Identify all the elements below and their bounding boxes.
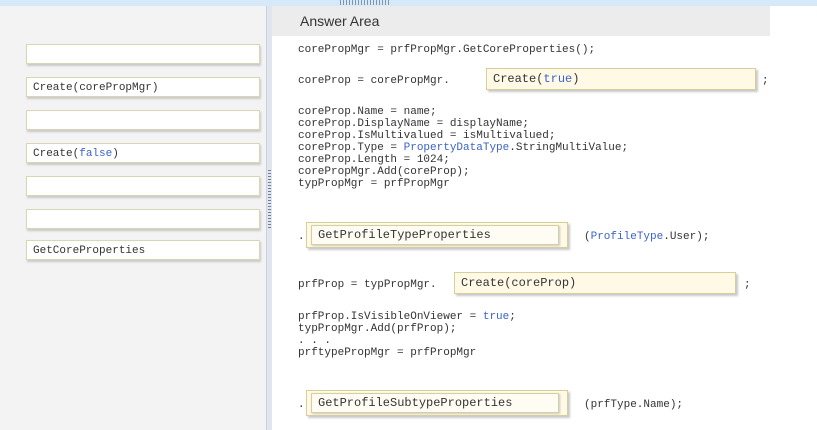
code-line: coreProp.Type = PropertyDataType.StringM… <box>298 142 629 154</box>
source-item-empty[interactable] <box>26 44 260 64</box>
code-punct: ; <box>762 75 769 87</box>
drop-target-getprofilesubtypeproperties[interactable]: GetProfileSubtypeProperties <box>311 393 559 413</box>
source-item-empty[interactable] <box>26 209 260 229</box>
code-punct: ; <box>744 279 751 291</box>
code-line: prfProp.IsVisibleOnViewer = true; <box>298 311 516 323</box>
code-line: (prfType.Name); <box>584 399 684 411</box>
top-resize-grip[interactable] <box>340 0 390 5</box>
source-item-create-corepropmgr[interactable]: Create(corePropMgr) <box>26 77 260 97</box>
source-item-getcoreproperties[interactable]: GetCoreProperties <box>26 240 260 260</box>
source-item-create-false[interactable]: Create(false) <box>26 143 260 163</box>
answer-area-title: Answer Area <box>272 6 770 36</box>
code-line: coreProp = corePropMgr. <box>298 75 450 87</box>
code-line: prftypePropMgr = prfPropMgr <box>298 347 477 359</box>
code-line: coreProp.Length = 1024; <box>298 154 450 166</box>
code-line: corePropMgr = prfPropMgr.GetCoreProperti… <box>298 44 596 56</box>
drop-target-frame[interactable]: GetProfileSubtypeProperties <box>306 390 568 416</box>
keyword-token: false <box>79 148 113 160</box>
code-line: coreProp.IsMultivalued = isMultivalued; <box>298 130 556 142</box>
code-line: coreProp.Name = name; <box>298 106 437 118</box>
code-punct: . <box>298 399 305 411</box>
code-punct: . <box>298 231 305 243</box>
type-keyword: PropertyDataType <box>403 142 510 154</box>
code-line: corePropMgr.Add(coreProp); <box>298 166 470 178</box>
splitter-grip-icon[interactable] <box>268 170 271 230</box>
drop-target-frame[interactable]: GetProfileTypeProperties <box>306 222 568 248</box>
code-line: typPropMgr = prfPropMgr <box>298 178 450 190</box>
keyword-token: true <box>543 72 573 86</box>
source-item-empty[interactable] <box>26 110 260 130</box>
drop-target-create-true[interactable]: Create(true) <box>486 68 756 90</box>
code-line: prfProp = typPropMgr. <box>298 279 437 291</box>
code-line: . . . <box>298 335 332 347</box>
drop-target-getprofiletypeproperties[interactable]: GetProfileTypeProperties <box>311 225 559 245</box>
code-line: (ProfileType.User); <box>584 231 710 243</box>
drop-target-create-coreprop[interactable]: Create(coreProp) <box>454 272 736 294</box>
code-line: typPropMgr.Add(prfProp); <box>298 323 457 335</box>
source-item-empty[interactable] <box>26 176 260 196</box>
code-line: coreProp.DisplayName = displayName; <box>298 118 530 130</box>
